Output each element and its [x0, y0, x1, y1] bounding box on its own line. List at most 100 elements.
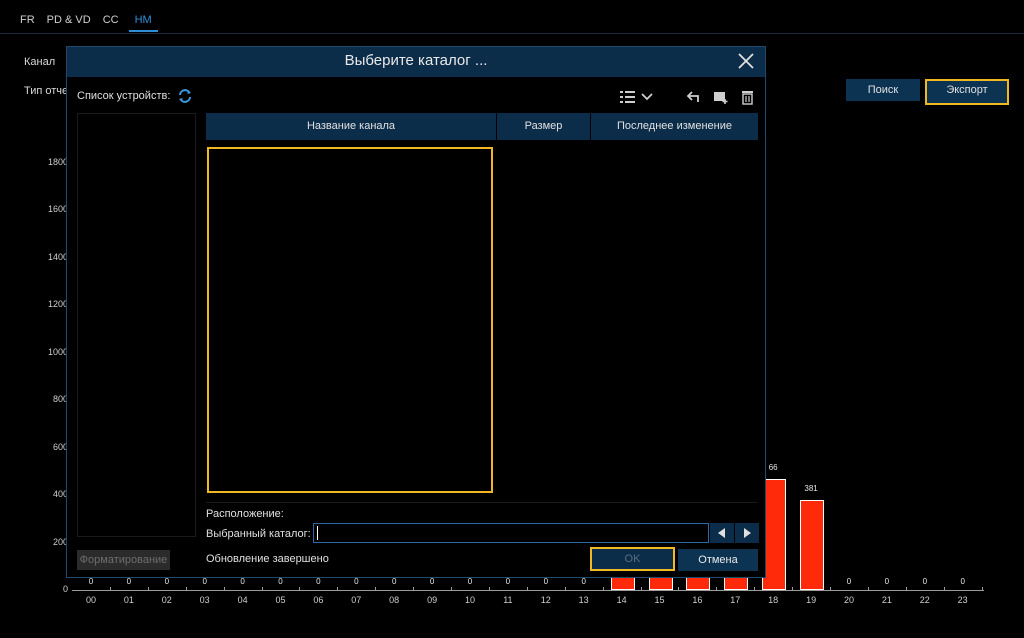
x-tick-label: 01: [123, 595, 134, 605]
x-tick-label: 20: [843, 595, 854, 605]
x-tick-label: 18: [768, 595, 779, 605]
x-tick-label: 11: [503, 595, 513, 605]
column-size[interactable]: Размер: [497, 113, 591, 140]
x-tick-label: 07: [351, 595, 362, 605]
selected-dir-input[interactable]: [313, 523, 709, 543]
x-tick-mark: [185, 587, 187, 591]
x-axis: [72, 590, 984, 591]
x-tick-label: 08: [389, 595, 400, 605]
dialog-title: Выберите каталог ...: [344, 52, 488, 69]
device-list-label: Список устройств:: [77, 90, 171, 102]
value-label: 0: [354, 577, 359, 586]
y-tick-label: 1400: [47, 251, 68, 262]
location-label: Расположение:: [206, 508, 284, 520]
value-label: 0: [88, 577, 94, 586]
value-label: 0: [126, 577, 132, 586]
x-tick-label: 13: [578, 595, 589, 605]
x-tick-label: 22: [919, 595, 930, 605]
x-tick-mark: [792, 587, 794, 591]
value-label: 66: [768, 463, 778, 473]
value-label: 381: [804, 483, 818, 493]
bar-hour-19: [800, 499, 825, 590]
x-tick-label: 00: [85, 595, 96, 605]
column-channel-name[interactable]: Название канала: [206, 113, 497, 140]
text-caret: [317, 526, 318, 540]
x-tick-label: 06: [313, 595, 324, 605]
arrow-left-icon[interactable]: [710, 523, 734, 543]
x-tick-label: 12: [540, 595, 551, 605]
ok-button[interactable]: OK: [590, 547, 675, 571]
value-label: 0: [846, 577, 852, 586]
x-tick-label: 09: [427, 595, 438, 605]
format-button[interactable]: Форматирование: [77, 550, 170, 570]
cancel-button[interactable]: Отмена: [678, 549, 758, 571]
y-tick-label: 0: [62, 584, 68, 594]
value-label: 0: [316, 577, 321, 586]
x-tick-label: 10: [464, 595, 475, 605]
x-tick-mark: [678, 587, 680, 591]
refresh-icon[interactable]: [177, 88, 193, 104]
x-tick-mark: [413, 587, 415, 591]
x-tick-label: 17: [730, 595, 741, 605]
x-tick-mark: [526, 587, 528, 591]
x-tick-mark: [109, 587, 111, 591]
x-tick-mark: [451, 587, 453, 591]
value-label: 0: [278, 577, 283, 586]
delete-icon[interactable]: [739, 89, 757, 105]
close-icon[interactable]: [735, 50, 757, 72]
x-tick-mark: [830, 587, 832, 591]
x-tick-mark: [905, 587, 907, 591]
value-label: 0: [884, 577, 890, 586]
x-tick-label: 04: [237, 595, 248, 605]
x-tick-mark: [147, 587, 149, 591]
y-tick-label: 1800: [47, 157, 68, 167]
value-label: 0: [429, 577, 435, 586]
value-label: 0: [202, 577, 207, 586]
x-tick-mark: [337, 587, 339, 591]
x-tick-label: 16: [692, 595, 703, 605]
x-tick-mark: [867, 587, 869, 591]
y-tick-label: 200: [52, 536, 68, 547]
focused-file-column[interactable]: [207, 147, 493, 493]
value-label: 0: [505, 577, 511, 586]
status-text: Обновление завершено: [206, 553, 329, 565]
x-tick-label: 14: [616, 595, 627, 605]
x-tick-mark: [375, 587, 377, 591]
device-list[interactable]: [77, 113, 196, 537]
x-tick-label: 03: [199, 595, 210, 605]
arrow-right-icon[interactable]: [735, 523, 759, 543]
new-folder-icon[interactable]: [712, 89, 730, 105]
x-tick-mark: [299, 587, 301, 591]
x-tick-mark: [602, 587, 604, 591]
y-tick-label: 1000: [47, 346, 68, 357]
y-tick-label: 600: [52, 441, 68, 452]
y-tick-label: 400: [52, 489, 68, 500]
back-icon[interactable]: [685, 89, 703, 105]
x-tick-label: 02: [161, 595, 172, 605]
x-tick-label: 05: [275, 595, 286, 605]
y-tick-label: 800: [52, 394, 68, 405]
x-tick-mark: [488, 587, 490, 591]
x-tick-mark: [640, 587, 642, 591]
x-tick-mark: [981, 587, 983, 591]
file-table-header: Название канала Размер Последнее изменен…: [206, 113, 758, 140]
value-label: 0: [922, 577, 928, 586]
column-last-modified[interactable]: Последнее изменение: [591, 113, 758, 140]
value-label: 0: [581, 577, 586, 586]
x-tick-label: 21: [881, 595, 892, 605]
value-label: 0: [467, 577, 473, 586]
x-tick-mark: [754, 587, 756, 591]
x-tick-label: 19: [806, 595, 817, 605]
value-label: 0: [240, 577, 245, 586]
value-label: 0: [391, 577, 397, 586]
list-view-icon[interactable]: [619, 89, 637, 105]
y-tick-label: 1200: [47, 299, 68, 310]
selected-dir-label: Выбранный каталог:: [206, 528, 311, 540]
x-tick-mark: [223, 587, 225, 591]
value-label: 0: [164, 577, 170, 586]
x-tick-mark: [564, 587, 566, 591]
x-tick-mark: [716, 587, 718, 591]
x-tick-label: 23: [957, 595, 968, 605]
chevron-down-icon[interactable]: [640, 89, 654, 105]
x-tick-mark: [261, 587, 263, 591]
